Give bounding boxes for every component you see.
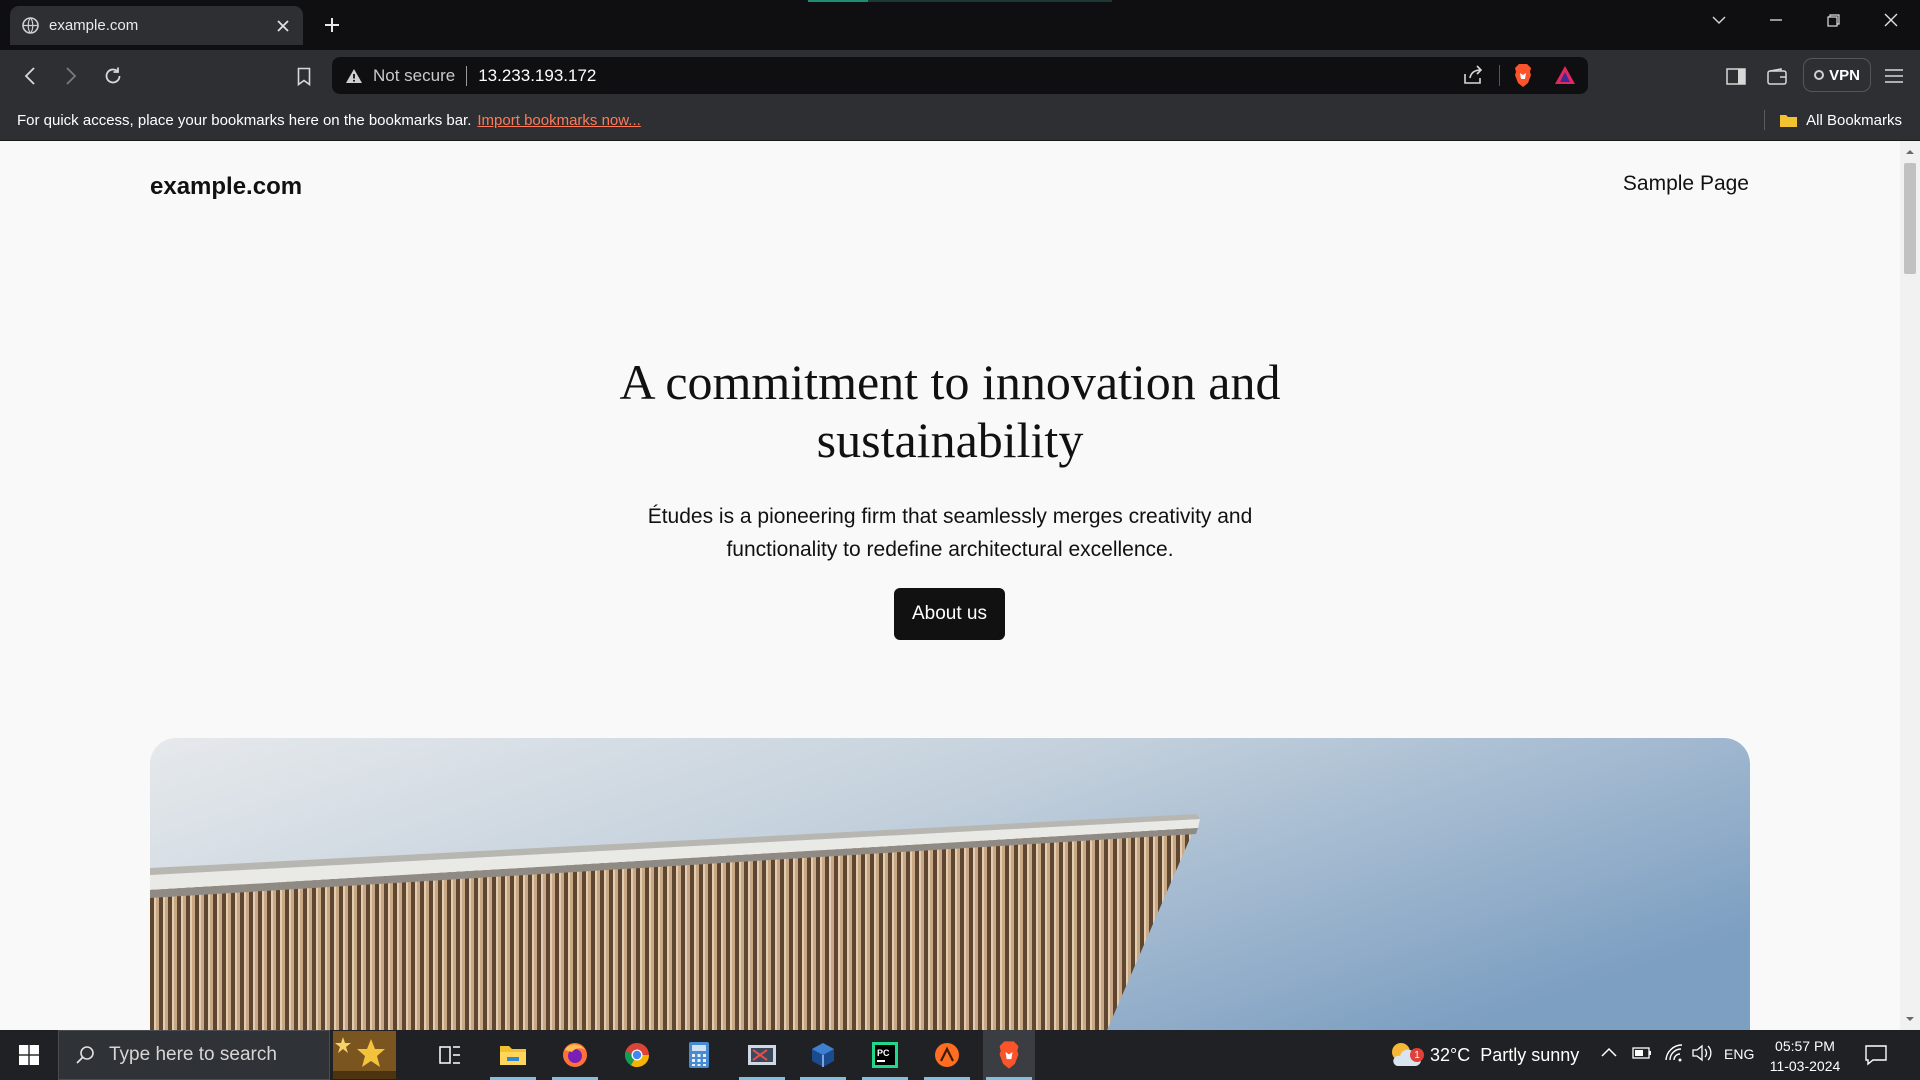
vpn-label: VPN bbox=[1829, 66, 1860, 84]
clock-date: 11-03-2024 bbox=[1769, 1058, 1841, 1074]
close-window-button[interactable] bbox=[1871, 6, 1911, 34]
scroll-thumb[interactable] bbox=[1904, 163, 1916, 274]
tab-close-button[interactable] bbox=[273, 16, 293, 36]
weather-widget[interactable]: 1 32°C Partly sunny bbox=[1388, 1030, 1579, 1080]
nav-item-sample-page[interactable]: Sample Page bbox=[1623, 172, 1749, 196]
hero-description-line-1: Études is a pioneering firm that seamles… bbox=[647, 505, 1253, 528]
back-button[interactable] bbox=[17, 63, 43, 89]
taskbar-clock[interactable]: 05:57 PM 11-03-2024 bbox=[1762, 1036, 1848, 1076]
browser-toolbar: Not secure 13.233.193.172 VPN bbox=[0, 50, 1920, 100]
taskbar-snipping-tool[interactable] bbox=[736, 1030, 788, 1080]
wallet-icon[interactable] bbox=[1764, 63, 1790, 89]
bookmark-icon[interactable] bbox=[291, 63, 317, 89]
sidebar-toggle-icon[interactable] bbox=[1723, 63, 1749, 89]
partly-sunny-icon: 1 bbox=[1388, 1038, 1424, 1072]
page-viewport: example.com Sample Page A commitment to … bbox=[0, 141, 1900, 1030]
search-placeholder: Type here to search bbox=[109, 1044, 277, 1065]
taskbar-brave[interactable] bbox=[983, 1030, 1035, 1080]
firefox-icon bbox=[563, 1043, 587, 1067]
all-bookmarks-label: All Bookmarks bbox=[1806, 111, 1902, 129]
all-bookmarks-button[interactable]: All Bookmarks bbox=[1764, 110, 1902, 130]
bookmarks-hint-text: For quick access, place your bookmarks h… bbox=[17, 112, 472, 129]
brave-shields-icon[interactable] bbox=[1512, 63, 1534, 88]
hero-architecture-image bbox=[150, 738, 1750, 1030]
taskbar-sublime-merge[interactable] bbox=[921, 1030, 973, 1080]
taskbar-virtualbox[interactable] bbox=[797, 1030, 849, 1080]
page-scrollbar[interactable] bbox=[1900, 141, 1920, 1030]
warning-icon[interactable] bbox=[345, 68, 363, 84]
task-view-icon bbox=[439, 1046, 460, 1064]
site-title[interactable]: example.com bbox=[150, 173, 302, 201]
input-language[interactable]: ENG bbox=[1724, 1046, 1754, 1062]
taskbar-search[interactable]: Type here to search bbox=[58, 1030, 330, 1080]
brave-rewards-icon[interactable] bbox=[1554, 65, 1576, 85]
hero-title-line-1: A commitment to innovation and bbox=[619, 354, 1281, 410]
windows-taskbar: Type here to search PC 1 32°C Partly sun… bbox=[0, 1030, 1920, 1080]
taskbar-firefox[interactable] bbox=[549, 1030, 601, 1080]
virtualbox-icon bbox=[812, 1043, 834, 1067]
hero-title-line-2: sustainability bbox=[816, 412, 1084, 468]
notification-icon[interactable] bbox=[1864, 1043, 1888, 1067]
chrome-icon bbox=[624, 1043, 649, 1068]
task-view-button[interactable] bbox=[424, 1030, 476, 1080]
folder-icon bbox=[1779, 113, 1798, 128]
share-icon[interactable] bbox=[1462, 65, 1484, 85]
clock-time: 05:57 PM bbox=[1775, 1038, 1835, 1054]
snipping-tool-icon bbox=[748, 1045, 776, 1065]
weather-alert-badge: 1 bbox=[1410, 1048, 1424, 1062]
svg-text:PC: PC bbox=[877, 1048, 890, 1058]
globe-icon bbox=[22, 17, 39, 34]
scroll-up-icon[interactable] bbox=[1905, 147, 1915, 157]
start-button[interactable] bbox=[0, 1030, 58, 1080]
brave-icon bbox=[999, 1041, 1019, 1069]
browser-tab[interactable]: example.com bbox=[10, 6, 303, 45]
calculator-icon bbox=[689, 1042, 709, 1068]
volume-icon[interactable] bbox=[1692, 1044, 1714, 1062]
taskbar-pycharm[interactable]: PC bbox=[859, 1030, 911, 1080]
bookmarks-hint: For quick access, place your bookmarks h… bbox=[17, 112, 641, 129]
tabstrip-accent-secondary bbox=[868, 0, 1112, 2]
taskbar-chrome[interactable] bbox=[611, 1030, 663, 1080]
sublime-merge-icon bbox=[935, 1043, 959, 1067]
hero-description: Études is a pioneering firm that seamles… bbox=[0, 500, 1900, 566]
security-label[interactable]: Not secure bbox=[373, 66, 455, 86]
address-separator bbox=[466, 65, 468, 86]
omnibox-divider bbox=[1499, 65, 1500, 86]
chevron-up-icon[interactable] bbox=[1601, 1047, 1617, 1057]
wifi-icon[interactable] bbox=[1664, 1044, 1684, 1062]
vpn-button[interactable]: VPN bbox=[1803, 58, 1871, 92]
import-bookmarks-link[interactable]: Import bookmarks now... bbox=[477, 112, 640, 129]
pycharm-icon: PC bbox=[872, 1042, 898, 1068]
battery-icon[interactable] bbox=[1632, 1047, 1652, 1059]
minimize-button[interactable] bbox=[1756, 6, 1796, 34]
scroll-down-icon[interactable] bbox=[1905, 1014, 1915, 1024]
tabstrip-accent bbox=[808, 0, 868, 2]
browser-tab-bar: example.com bbox=[0, 0, 1920, 50]
folder-icon bbox=[500, 1046, 526, 1065]
restore-button[interactable] bbox=[1813, 6, 1853, 34]
windows-logo-icon bbox=[19, 1045, 39, 1065]
new-tab-button[interactable] bbox=[320, 13, 344, 37]
forward-button[interactable] bbox=[58, 63, 84, 89]
menu-icon[interactable] bbox=[1881, 63, 1907, 89]
vpn-status-icon bbox=[1814, 70, 1825, 80]
url-text[interactable]: 13.233.193.172 bbox=[478, 66, 596, 86]
bookmarks-bar: For quick access, place your bookmarks h… bbox=[0, 100, 1920, 141]
hero-description-line-2: functionality to redefine architectural … bbox=[726, 538, 1174, 561]
taskbar-calculator[interactable] bbox=[673, 1030, 725, 1080]
bookmarks-divider bbox=[1764, 110, 1766, 130]
taskbar-file-explorer[interactable] bbox=[487, 1030, 539, 1080]
search-icon bbox=[75, 1045, 95, 1065]
search-highlight-thumbnail[interactable] bbox=[333, 1031, 396, 1079]
tab-title: example.com bbox=[49, 17, 139, 34]
reload-button[interactable] bbox=[100, 63, 126, 89]
address-bar[interactable]: Not secure 13.233.193.172 bbox=[332, 57, 1588, 94]
about-us-button[interactable]: About us bbox=[894, 588, 1005, 640]
weather-temperature: 32°C bbox=[1430, 1044, 1471, 1065]
weather-condition: Partly sunny bbox=[1480, 1044, 1580, 1065]
hero-title: A commitment to innovation and sustainab… bbox=[0, 353, 1900, 469]
tab-search-button[interactable] bbox=[1699, 6, 1739, 34]
